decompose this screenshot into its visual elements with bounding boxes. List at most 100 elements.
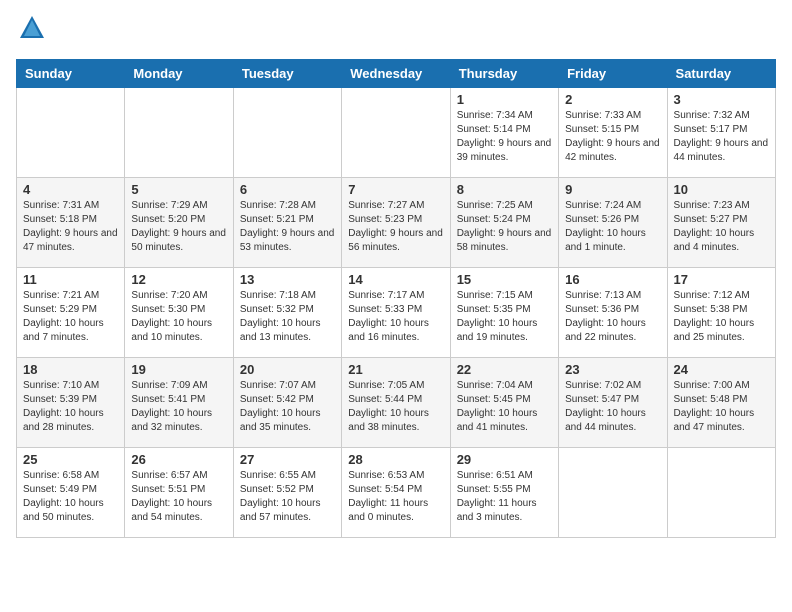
day-info: Sunrise: 7:33 AM Sunset: 5:15 PM Dayligh… bbox=[565, 109, 660, 165]
day-number: 29 bbox=[457, 452, 552, 467]
day-info: Sunrise: 7:29 AM Sunset: 5:20 PM Dayligh… bbox=[131, 199, 226, 255]
calendar-cell: 23 Sunrise: 7:02 AM Sunset: 5:47 PM Dayli… bbox=[559, 358, 667, 448]
day-info: Sunrise: 6:58 AM Sunset: 5:49 PM Dayligh… bbox=[23, 469, 118, 525]
day-number: 5 bbox=[131, 182, 226, 197]
calendar-cell: 15 Sunrise: 7:15 AM Sunset: 5:35 PM Dayli… bbox=[450, 268, 558, 358]
day-number: 27 bbox=[240, 452, 335, 467]
week-row-1: 4 Sunrise: 7:31 AM Sunset: 5:18 PM Daylig… bbox=[17, 178, 776, 268]
header-tuesday: Tuesday bbox=[233, 60, 341, 88]
calendar-table: SundayMondayTuesdayWednesdayThursdayFrid… bbox=[16, 59, 776, 538]
day-number: 13 bbox=[240, 272, 335, 287]
day-number: 26 bbox=[131, 452, 226, 467]
day-info: Sunrise: 7:24 AM Sunset: 5:26 PM Dayligh… bbox=[565, 199, 660, 255]
week-row-2: 11 Sunrise: 7:21 AM Sunset: 5:29 PM Dayli… bbox=[17, 268, 776, 358]
day-number: 9 bbox=[565, 182, 660, 197]
header-thursday: Thursday bbox=[450, 60, 558, 88]
day-info: Sunrise: 7:02 AM Sunset: 5:47 PM Dayligh… bbox=[565, 379, 660, 435]
day-number: 3 bbox=[674, 92, 769, 107]
calendar-cell: 10 Sunrise: 7:23 AM Sunset: 5:27 PM Dayli… bbox=[667, 178, 775, 268]
day-number: 12 bbox=[131, 272, 226, 287]
day-info: Sunrise: 6:57 AM Sunset: 5:51 PM Dayligh… bbox=[131, 469, 226, 525]
day-number: 15 bbox=[457, 272, 552, 287]
calendar-cell bbox=[667, 448, 775, 538]
calendar-cell: 19Sunrise: 7:09 AM Sunset: 5:41 PM Dayli… bbox=[125, 358, 233, 448]
day-number: 22 bbox=[457, 362, 552, 377]
calendar-cell: 25 Sunrise: 6:58 AM Sunset: 5:49 PM Dayli… bbox=[17, 448, 125, 538]
day-number: 11 bbox=[23, 272, 118, 287]
calendar-cell: 12 Sunrise: 7:20 AM Sunset: 5:30 PM Dayli… bbox=[125, 268, 233, 358]
calendar-cell: 24Sunrise: 7:00 AM Sunset: 5:48 PM Dayli… bbox=[667, 358, 775, 448]
day-number: 18 bbox=[23, 362, 118, 377]
calendar-cell: 28 Sunrise: 6:53 AM Sunset: 5:54 PM Dayli… bbox=[342, 448, 450, 538]
calendar-cell bbox=[233, 88, 341, 178]
day-info: Sunrise: 7:28 AM Sunset: 5:21 PM Dayligh… bbox=[240, 199, 335, 255]
day-info: Sunrise: 6:53 AM Sunset: 5:54 PM Dayligh… bbox=[348, 469, 443, 525]
day-info: Sunrise: 7:20 AM Sunset: 5:30 PM Dayligh… bbox=[131, 289, 226, 345]
day-number: 6 bbox=[240, 182, 335, 197]
day-info: Sunrise: 7:07 AM Sunset: 5:42 PM Dayligh… bbox=[240, 379, 335, 435]
calendar-cell: 17 Sunrise: 7:12 AM Sunset: 5:38 PM Dayli… bbox=[667, 268, 775, 358]
day-number: 14 bbox=[348, 272, 443, 287]
day-info: Sunrise: 6:55 AM Sunset: 5:52 PM Dayligh… bbox=[240, 469, 335, 525]
day-number: 24 bbox=[674, 362, 769, 377]
day-number: 17 bbox=[674, 272, 769, 287]
calendar-cell: 1 Sunrise: 7:34 AM Sunset: 5:14 PM Daylig… bbox=[450, 88, 558, 178]
day-info: Sunrise: 7:18 AM Sunset: 5:32 PM Dayligh… bbox=[240, 289, 335, 345]
calendar-cell bbox=[125, 88, 233, 178]
day-number: 10 bbox=[674, 182, 769, 197]
calendar-cell: 9 Sunrise: 7:24 AM Sunset: 5:26 PM Daylig… bbox=[559, 178, 667, 268]
day-info: Sunrise: 7:34 AM Sunset: 5:14 PM Dayligh… bbox=[457, 109, 552, 165]
calendar-cell bbox=[17, 88, 125, 178]
week-row-0: 1 Sunrise: 7:34 AM Sunset: 5:14 PM Daylig… bbox=[17, 88, 776, 178]
calendar-cell: 16 Sunrise: 7:13 AM Sunset: 5:36 PM Dayli… bbox=[559, 268, 667, 358]
day-info: Sunrise: 6:51 AM Sunset: 5:55 PM Dayligh… bbox=[457, 469, 552, 525]
day-info: Sunrise: 7:25 AM Sunset: 5:24 PM Dayligh… bbox=[457, 199, 552, 255]
calendar-body: 1 Sunrise: 7:34 AM Sunset: 5:14 PM Daylig… bbox=[17, 88, 776, 538]
day-info: Sunrise: 7:15 AM Sunset: 5:35 PM Dayligh… bbox=[457, 289, 552, 345]
header-friday: Friday bbox=[559, 60, 667, 88]
day-number: 8 bbox=[457, 182, 552, 197]
calendar-cell: 8 Sunrise: 7:25 AM Sunset: 5:24 PM Daylig… bbox=[450, 178, 558, 268]
calendar-cell: 18 Sunrise: 7:10 AM Sunset: 5:39 PM Dayli… bbox=[17, 358, 125, 448]
day-info: Sunrise: 7:13 AM Sunset: 5:36 PM Dayligh… bbox=[565, 289, 660, 345]
calendar-cell: 21 Sunrise: 7:05 AM Sunset: 5:44 PM Dayli… bbox=[342, 358, 450, 448]
calendar-header: SundayMondayTuesdayWednesdayThursdayFrid… bbox=[17, 60, 776, 88]
header-wednesday: Wednesday bbox=[342, 60, 450, 88]
calendar-cell: 14 Sunrise: 7:17 AM Sunset: 5:33 PM Dayli… bbox=[342, 268, 450, 358]
day-number: 23 bbox=[565, 362, 660, 377]
day-info: Sunrise: 7:04 AM Sunset: 5:45 PM Dayligh… bbox=[457, 379, 552, 435]
header-sunday: Sunday bbox=[17, 60, 125, 88]
day-info: Sunrise: 7:31 AM Sunset: 5:18 PM Dayligh… bbox=[23, 199, 118, 255]
page-header bbox=[16, 16, 776, 47]
logo-text bbox=[16, 16, 46, 47]
week-row-3: 18 Sunrise: 7:10 AM Sunset: 5:39 PM Dayli… bbox=[17, 358, 776, 448]
day-info: Sunrise: 7:17 AM Sunset: 5:33 PM Dayligh… bbox=[348, 289, 443, 345]
day-info: Sunrise: 7:12 AM Sunset: 5:38 PM Dayligh… bbox=[674, 289, 769, 345]
calendar-cell: 27 Sunrise: 6:55 AM Sunset: 5:52 PM Dayli… bbox=[233, 448, 341, 538]
day-number: 4 bbox=[23, 182, 118, 197]
day-info: Sunrise: 7:05 AM Sunset: 5:44 PM Dayligh… bbox=[348, 379, 443, 435]
day-info: Sunrise: 7:21 AM Sunset: 5:29 PM Dayligh… bbox=[23, 289, 118, 345]
logo-icon bbox=[18, 14, 46, 42]
day-info: Sunrise: 7:27 AM Sunset: 5:23 PM Dayligh… bbox=[348, 199, 443, 255]
day-number: 16 bbox=[565, 272, 660, 287]
calendar-cell: 29 Sunrise: 6:51 AM Sunset: 5:55 PM Dayli… bbox=[450, 448, 558, 538]
calendar-cell: 5 Sunrise: 7:29 AM Sunset: 5:20 PM Daylig… bbox=[125, 178, 233, 268]
day-number: 28 bbox=[348, 452, 443, 467]
calendar-cell: 6 Sunrise: 7:28 AM Sunset: 5:21 PM Daylig… bbox=[233, 178, 341, 268]
calendar-cell: 7Sunrise: 7:27 AM Sunset: 5:23 PM Daylig… bbox=[342, 178, 450, 268]
calendar-cell: 26 Sunrise: 6:57 AM Sunset: 5:51 PM Dayli… bbox=[125, 448, 233, 538]
day-number: 1 bbox=[457, 92, 552, 107]
day-info: Sunrise: 7:10 AM Sunset: 5:39 PM Dayligh… bbox=[23, 379, 118, 435]
day-number: 21 bbox=[348, 362, 443, 377]
header-monday: Monday bbox=[125, 60, 233, 88]
calendar-cell: 3Sunrise: 7:32 AM Sunset: 5:17 PM Daylig… bbox=[667, 88, 775, 178]
calendar-cell: 11 Sunrise: 7:21 AM Sunset: 5:29 PM Dayli… bbox=[17, 268, 125, 358]
calendar-cell: 20Sunrise: 7:07 AM Sunset: 5:42 PM Dayli… bbox=[233, 358, 341, 448]
calendar-cell bbox=[342, 88, 450, 178]
calendar-cell: 2Sunrise: 7:33 AM Sunset: 5:15 PM Daylig… bbox=[559, 88, 667, 178]
calendar-cell: 13 Sunrise: 7:18 AM Sunset: 5:32 PM Dayli… bbox=[233, 268, 341, 358]
day-number: 25 bbox=[23, 452, 118, 467]
header-row: SundayMondayTuesdayWednesdayThursdayFrid… bbox=[17, 60, 776, 88]
day-info: Sunrise: 7:23 AM Sunset: 5:27 PM Dayligh… bbox=[674, 199, 769, 255]
